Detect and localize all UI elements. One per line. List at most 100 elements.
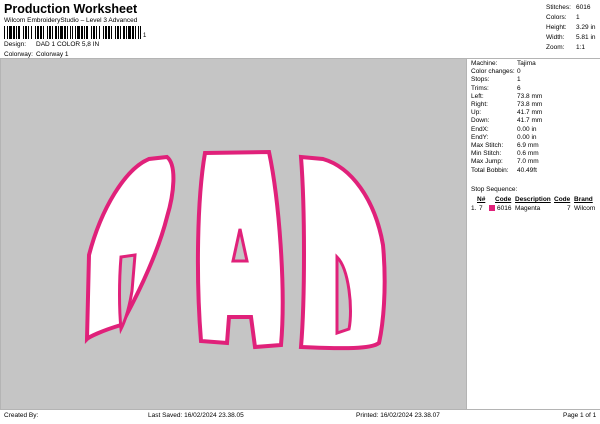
- design-row: Design: DAD 1 COLOR 5,8 IN: [4, 41, 99, 48]
- barcode-bar: [55, 26, 57, 39]
- barcode-bar: [132, 26, 134, 39]
- info-row: EndY: 0.00 in: [471, 134, 542, 142]
- col-header-description: Description: [515, 196, 551, 203]
- barcode-bar: [81, 26, 83, 39]
- barcode-bar: [37, 26, 39, 39]
- barcode-bar: [115, 26, 116, 39]
- info-label: Stops:: [471, 76, 490, 84]
- design-summary: Stitches: 6016 Colors: 1 Height: 3.29 in Wi…: [546, 3, 596, 53]
- barcode-bar: [105, 26, 107, 39]
- barcode-bar: [93, 26, 95, 39]
- barcode-bar: [4, 26, 5, 39]
- stop-code2: 7: [567, 205, 571, 212]
- stat-label: Colors:: [546, 14, 567, 21]
- stat-value: 6016: [576, 4, 591, 11]
- software-name: Wilcom EmbroideryStudio – Level 3 Advanc…: [4, 17, 138, 24]
- barcode-bar: [108, 26, 110, 39]
- barcode-bar: [43, 26, 44, 39]
- info-row: Stops: 1: [471, 76, 542, 84]
- barcode-bar: [86, 26, 88, 39]
- stop-sequence-title: Stop Sequence:: [471, 186, 518, 193]
- info-label: Down:: [471, 117, 490, 125]
- printed-date: Printed: 16/02/2024 23.38.07: [356, 412, 440, 419]
- stat-stitches: Stitches: 6016: [546, 3, 596, 13]
- design-value: DAD 1 COLOR 5,8 IN: [36, 41, 100, 48]
- barcode-bar: [49, 26, 51, 39]
- info-value: 0: [517, 68, 521, 76]
- barcode-bar: [58, 26, 59, 39]
- info-label: Trims:: [471, 84, 489, 92]
- barcode-bar: [123, 26, 125, 39]
- barcode-bar: [28, 26, 29, 39]
- info-row: Color changes: 0: [471, 68, 542, 76]
- barcode-bar: [13, 26, 15, 39]
- stat-colors: Colors: 1: [546, 13, 596, 23]
- stat-width: Width: 5.81 in: [546, 33, 596, 43]
- info-row: Max Jump: 7.0 mm: [471, 158, 542, 166]
- barcode-bar: [47, 26, 48, 39]
- barcode-bar: [35, 26, 36, 39]
- info-value: 0.00 in: [517, 125, 537, 133]
- barcode-bar: [64, 26, 66, 39]
- col-header-brand: Brand: [574, 196, 593, 203]
- barcode-bar: [40, 26, 42, 39]
- page-number: Page 1 of 1: [563, 412, 597, 419]
- barcode-suffix: 1: [143, 33, 147, 39]
- barcode-bar: [23, 26, 24, 39]
- stat-label: Width:: [546, 34, 565, 41]
- created-by: Created By:: [4, 412, 39, 419]
- barcode-bar: [7, 26, 8, 39]
- info-label: EndX:: [471, 125, 489, 133]
- stop-brand: Wilcom: [574, 205, 596, 212]
- info-row: Max Stitch: 6.9 mm: [471, 142, 542, 150]
- info-value: 41.7 mm: [517, 109, 543, 117]
- info-row: Left: 73.8 mm: [471, 93, 542, 101]
- info-value: 6: [517, 84, 521, 92]
- barcode-bar: [18, 26, 20, 39]
- letter-d-left: [84, 154, 176, 344]
- design-preview: [1, 59, 466, 409]
- colorway-value: Colorway 1: [36, 51, 69, 58]
- page-title: Production Worksheet: [4, 2, 138, 16]
- barcode-bar: [91, 26, 92, 39]
- info-row: EndX: 0.00 in: [471, 126, 542, 134]
- info-label: Color changes:: [471, 68, 515, 76]
- barcode-bar: [75, 26, 76, 39]
- barcode-bar: [96, 26, 97, 39]
- info-label: Max Jump:: [471, 158, 503, 166]
- stat-label: Stitches:: [546, 4, 571, 11]
- barcode-bar: [52, 26, 53, 39]
- info-row: Machine: Tajima: [471, 60, 542, 68]
- color-swatch: [489, 205, 495, 211]
- colorway-label: Colorway:: [4, 51, 33, 58]
- info-label: Total Bobbin:: [471, 166, 509, 174]
- col-header-n: N#: [477, 196, 486, 203]
- stat-height: Height: 3.29 in: [546, 23, 596, 33]
- info-value: 1: [517, 76, 521, 84]
- barcode-bar: [67, 26, 68, 39]
- barcode-bar: [16, 26, 17, 39]
- stop-code: 6016: [497, 205, 512, 212]
- barcode-bar: [72, 26, 73, 39]
- stat-zoom: Zoom: 1:1: [546, 43, 596, 53]
- barcode-bar: [103, 26, 104, 39]
- info-row: Total Bobbin: 40.49ft: [471, 167, 542, 175]
- info-label: EndY:: [471, 133, 489, 141]
- stat-value: 3.29 in: [576, 24, 596, 31]
- col-header-code: Code: [495, 196, 512, 203]
- info-row: Down: 41.7 mm: [471, 117, 542, 125]
- stat-label: Zoom:: [546, 44, 565, 51]
- stat-value: 1:1: [576, 44, 586, 51]
- barcode-bar: [140, 26, 141, 39]
- info-label: Min Stitch:: [471, 150, 502, 158]
- barcode-bar: [31, 26, 32, 39]
- info-label: Right:: [471, 101, 488, 109]
- info-value: 73.8 mm: [517, 92, 543, 100]
- barcode-bar: [117, 26, 119, 39]
- info-row: Up: 41.7 mm: [471, 109, 542, 117]
- colorway-row: Colorway: Colorway 1: [4, 51, 69, 58]
- barcode-bar: [111, 26, 112, 39]
- last-saved: Last Saved: 16/02/2024 23.38.05: [148, 412, 244, 419]
- stat-value: 1: [576, 14, 580, 21]
- barcode-bar: [126, 26, 127, 39]
